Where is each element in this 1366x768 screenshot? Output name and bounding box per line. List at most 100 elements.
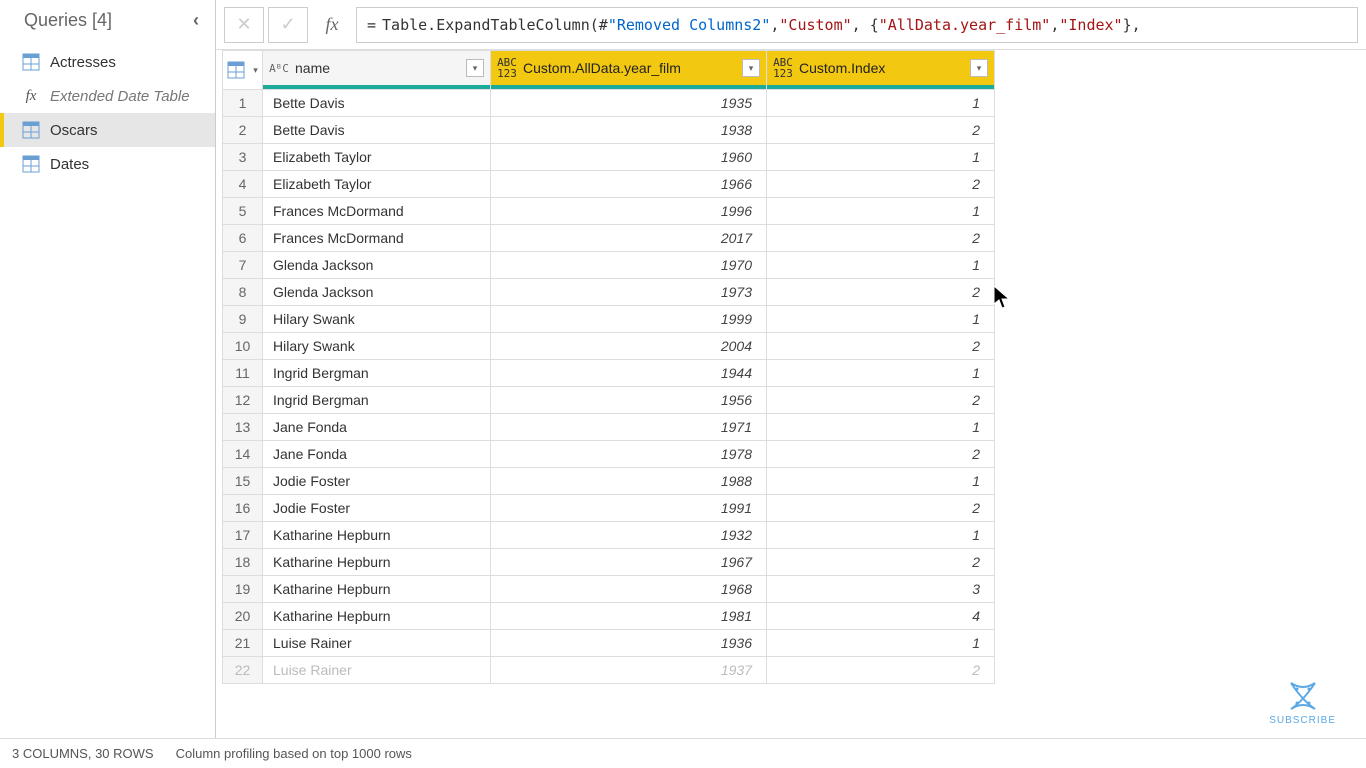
table-corner[interactable]: ▾ [223, 51, 263, 90]
cell-name[interactable]: Ingrid Bergman [263, 387, 491, 414]
cell-index[interactable]: 2 [767, 171, 995, 198]
cell-year[interactable]: 1967 [491, 549, 767, 576]
table-row[interactable]: 12Ingrid Bergman19562 [223, 387, 995, 414]
cell-year[interactable]: 1932 [491, 522, 767, 549]
table-row[interactable]: 1Bette Davis19351 [223, 90, 995, 117]
cell-year[interactable]: 1971 [491, 414, 767, 441]
cell-index[interactable]: 1 [767, 144, 995, 171]
cell-index[interactable]: 2 [767, 279, 995, 306]
table-row[interactable]: 14Jane Fonda19782 [223, 441, 995, 468]
cell-index[interactable]: 3 [767, 576, 995, 603]
cell-year[interactable]: 1991 [491, 495, 767, 522]
table-row[interactable]: 11Ingrid Bergman19441 [223, 360, 995, 387]
table-row[interactable]: 15Jodie Foster19881 [223, 468, 995, 495]
cell-year[interactable]: 1988 [491, 468, 767, 495]
cell-index[interactable]: 1 [767, 306, 995, 333]
cell-name[interactable]: Katharine Hepburn [263, 576, 491, 603]
cell-index[interactable]: 1 [767, 522, 995, 549]
cell-year[interactable]: 1973 [491, 279, 767, 306]
cell-year[interactable]: 1981 [491, 603, 767, 630]
cell-name[interactable]: Luise Rainer [263, 657, 491, 684]
cell-name[interactable]: Jodie Foster [263, 495, 491, 522]
fx-button[interactable]: fx [312, 7, 352, 43]
cell-year[interactable]: 2017 [491, 225, 767, 252]
table-row[interactable]: 8Glenda Jackson19732 [223, 279, 995, 306]
column-header-year-film[interactable]: ABC 123 Custom.AllData.year_film ▾ [491, 51, 767, 90]
cell-index[interactable]: 1 [767, 90, 995, 117]
cell-year[interactable]: 1966 [491, 171, 767, 198]
cell-year[interactable]: 1956 [491, 387, 767, 414]
collapse-chevron-icon[interactable]: ‹ [193, 10, 199, 31]
query-item-extended-date-table[interactable]: fx Extended Date Table [0, 79, 215, 113]
cell-name[interactable]: Elizabeth Taylor [263, 171, 491, 198]
table-row[interactable]: 6Frances McDormand20172 [223, 225, 995, 252]
cell-year[interactable]: 1938 [491, 117, 767, 144]
filter-dropdown-icon[interactable]: ▾ [970, 59, 988, 77]
filter-dropdown-icon[interactable]: ▾ [466, 59, 484, 77]
formula-input[interactable]: = Table.ExpandTableColumn (# "Removed Co… [356, 7, 1358, 43]
cell-year[interactable]: 1978 [491, 441, 767, 468]
filter-dropdown-icon[interactable]: ▾ [742, 59, 760, 77]
cell-name[interactable]: Jodie Foster [263, 468, 491, 495]
cell-name[interactable]: Jane Fonda [263, 414, 491, 441]
cancel-formula-button[interactable]: ✕ [224, 7, 264, 43]
table-row[interactable]: 17Katharine Hepburn19321 [223, 522, 995, 549]
cell-index[interactable]: 2 [767, 387, 995, 414]
table-row[interactable]: 7Glenda Jackson19701 [223, 252, 995, 279]
commit-formula-button[interactable]: ✓ [268, 7, 308, 43]
cell-name[interactable]: Elizabeth Taylor [263, 144, 491, 171]
cell-name[interactable]: Jane Fonda [263, 441, 491, 468]
cell-name[interactable]: Bette Davis [263, 90, 491, 117]
cell-year[interactable]: 1999 [491, 306, 767, 333]
table-row[interactable]: 18Katharine Hepburn19672 [223, 549, 995, 576]
cell-index[interactable]: 4 [767, 603, 995, 630]
cell-index[interactable]: 1 [767, 252, 995, 279]
table-row[interactable]: 4Elizabeth Taylor19662 [223, 171, 995, 198]
table-row[interactable]: 20Katharine Hepburn19814 [223, 603, 995, 630]
cell-year[interactable]: 1996 [491, 198, 767, 225]
table-row[interactable]: 5Frances McDormand19961 [223, 198, 995, 225]
cell-name[interactable]: Frances McDormand [263, 225, 491, 252]
column-header-index[interactable]: ABC 123 Custom.Index ▾ [767, 51, 995, 90]
cell-index[interactable]: 1 [767, 414, 995, 441]
column-header-name[interactable]: AᴮC name ▾ [263, 51, 491, 90]
table-row[interactable]: 22Luise Rainer19372 [223, 657, 995, 684]
cell-index[interactable]: 2 [767, 657, 995, 684]
cell-name[interactable]: Katharine Hepburn [263, 603, 491, 630]
cell-index[interactable]: 1 [767, 360, 995, 387]
table-row[interactable]: 9Hilary Swank19991 [223, 306, 995, 333]
table-row[interactable]: 13Jane Fonda19711 [223, 414, 995, 441]
table-row[interactable]: 19Katharine Hepburn19683 [223, 576, 995, 603]
table-row[interactable]: 21Luise Rainer19361 [223, 630, 995, 657]
query-item-actresses[interactable]: Actresses [0, 45, 215, 79]
cell-name[interactable]: Hilary Swank [263, 306, 491, 333]
cell-name[interactable]: Glenda Jackson [263, 252, 491, 279]
cell-index[interactable]: 1 [767, 198, 995, 225]
cell-year[interactable]: 2004 [491, 333, 767, 360]
cell-name[interactable]: Katharine Hepburn [263, 522, 491, 549]
query-item-oscars[interactable]: Oscars [0, 113, 215, 147]
cell-index[interactable]: 2 [767, 117, 995, 144]
cell-name[interactable]: Ingrid Bergman [263, 360, 491, 387]
cell-year[interactable]: 1936 [491, 630, 767, 657]
cell-index[interactable]: 2 [767, 333, 995, 360]
query-item-dates[interactable]: Dates [0, 147, 215, 181]
cell-year[interactable]: 1937 [491, 657, 767, 684]
cell-year[interactable]: 1968 [491, 576, 767, 603]
cell-name[interactable]: Frances McDormand [263, 198, 491, 225]
cell-year[interactable]: 1935 [491, 90, 767, 117]
cell-index[interactable]: 2 [767, 495, 995, 522]
cell-year[interactable]: 1960 [491, 144, 767, 171]
cell-name[interactable]: Katharine Hepburn [263, 549, 491, 576]
cell-index[interactable]: 1 [767, 468, 995, 495]
table-row[interactable]: 16Jodie Foster19912 [223, 495, 995, 522]
cell-index[interactable]: 2 [767, 225, 995, 252]
cell-index[interactable]: 2 [767, 441, 995, 468]
cell-name[interactable]: Hilary Swank [263, 333, 491, 360]
table-row[interactable]: 10Hilary Swank20042 [223, 333, 995, 360]
cell-index[interactable]: 2 [767, 549, 995, 576]
cell-name[interactable]: Luise Rainer [263, 630, 491, 657]
table-row[interactable]: 3Elizabeth Taylor19601 [223, 144, 995, 171]
cell-year[interactable]: 1970 [491, 252, 767, 279]
table-row[interactable]: 2Bette Davis19382 [223, 117, 995, 144]
